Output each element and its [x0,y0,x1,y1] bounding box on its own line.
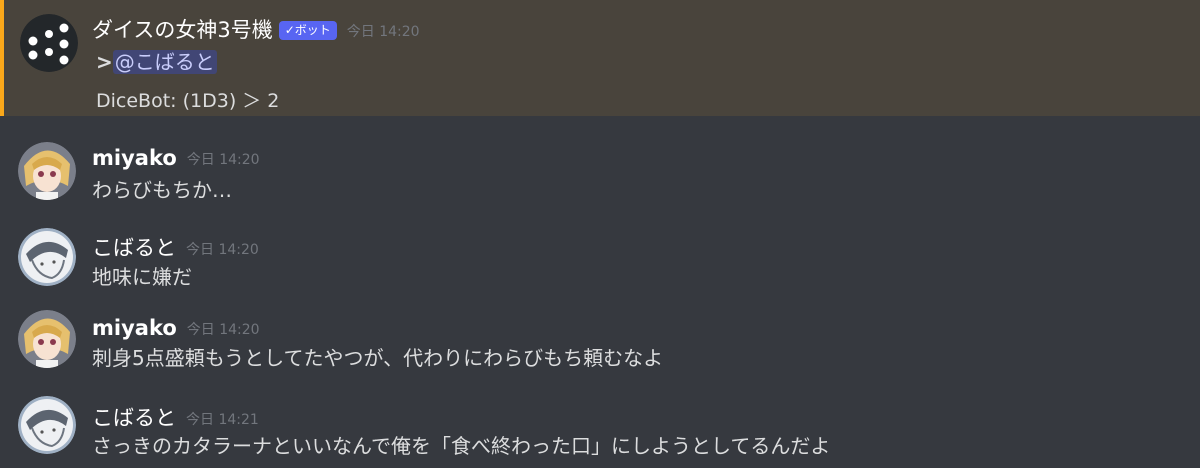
message: miyako 今日 14:20 わらびもちか… [0,140,1200,210]
author-name[interactable]: miyako [92,316,177,340]
dice-result: DiceBot: (1D3) ＞ 2 [96,90,280,112]
message: miyako 今日 14:20 刺身5点盛頼もうとしてたやつが、代わりにわらびもち… [0,308,1200,378]
message-text: > @こばると [96,46,217,75]
message-text: わらびもちか… [92,178,232,202]
timestamp[interactable]: 今日 14:20 [186,242,259,258]
message: こばると 今日 14:21 さっきのカタラーナといいなんで俺を「食べ終わった口」に… [0,396,1200,468]
author-name[interactable]: miyako [92,146,177,170]
anime-girl-avatar[interactable] [18,142,76,200]
sketch-boy-avatar[interactable] [18,396,76,454]
bot-message: ダイスの女神3号機 ✓ボット 今日 14:20 > @こばると DiceBot: (1… [0,0,1200,116]
message-header: miyako 今日 14:20 [92,146,260,170]
message-header: ダイスの女神3号機 ✓ボット 今日 14:20 [92,14,420,44]
dice-icon[interactable] [20,14,78,72]
message-text: 刺身5点盛頼もうとしてたやつが、代わりにわらびもち頼むなよ [92,346,664,370]
message-header: こばると 今日 14:21 [92,402,259,432]
message: こばると 今日 14:20 地味に嫌だ [0,228,1200,298]
timestamp[interactable]: 今日 14:20 [187,152,260,168]
timestamp[interactable]: 今日 14:20 [187,322,260,338]
anime-girl-avatar[interactable] [18,310,76,368]
user-mention[interactable]: @こばると [112,50,217,74]
author-name[interactable]: こばると [92,406,176,430]
message-header: miyako 今日 14:20 [92,316,260,340]
timestamp[interactable]: 今日 14:20 [347,24,420,40]
quote-marker: > [96,50,113,74]
message-header: こばると 今日 14:20 [92,232,259,262]
author-name[interactable]: こばると [92,236,176,260]
author-name[interactable]: ダイスの女神3号機 [92,18,273,42]
timestamp[interactable]: 今日 14:21 [186,412,259,428]
sketch-boy-avatar[interactable] [18,228,76,286]
message-text: さっきのカタラーナといいなんで俺を「食べ終わった口」にしようとしてるんだよ [92,434,831,458]
bot-badge: ✓ボット [278,21,337,40]
message-text: 地味に嫌だ [92,265,192,289]
chat-log: ダイスの女神3号機 ✓ボット 今日 14:20 > @こばると DiceBot: (1… [0,0,1200,468]
